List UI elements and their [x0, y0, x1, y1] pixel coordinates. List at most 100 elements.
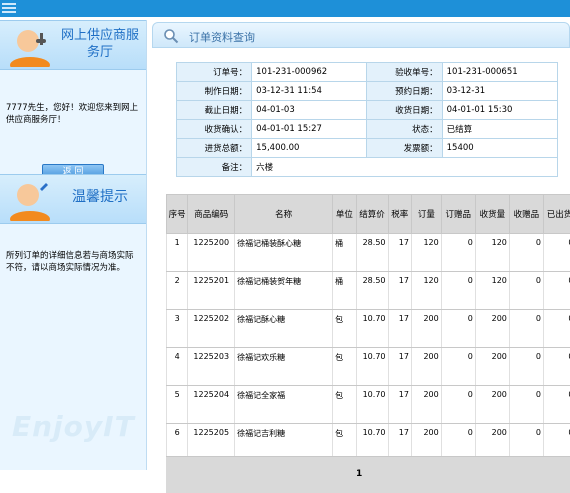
info-label: 进货总额：: [177, 139, 252, 158]
table-cell: 徐福记酥心糖: [235, 310, 333, 348]
column-header: 单位: [333, 195, 356, 234]
table-cell: 徐福记欢乐糖: [235, 348, 333, 386]
table-cell: 10.70: [356, 310, 388, 348]
table-cell: 徐福记桶装贺年糖: [235, 272, 333, 310]
table-cell: 0: [543, 348, 570, 386]
info-value: 101-231-000651: [442, 63, 557, 82]
column-header: 订量: [411, 195, 441, 234]
table-cell: 0: [509, 272, 543, 310]
column-header: 名称: [235, 195, 333, 234]
top-bar: [0, 0, 570, 17]
info-row: 截止日期：04-01-03收货日期：04-01-01 15:30: [177, 101, 558, 120]
order-info-table: 订单号：101-231-000962验收单号：101-231-000651制作日…: [176, 62, 558, 177]
main-content: 订单资料查询 订单号：101-231-000962验收单号：101-231-00…: [152, 22, 570, 470]
table-cell: 0: [441, 310, 475, 348]
info-value: 03-12-31: [442, 82, 557, 101]
info-row: 收货确认：04-01-01 15:27状态：已结算: [177, 120, 558, 139]
info-value: 04-01-01 15:30: [442, 101, 557, 120]
info-label: 收货日期：: [367, 101, 442, 120]
remark-label: 备注：: [177, 158, 252, 177]
table-cell: 0: [543, 386, 570, 424]
items-header-row: 序号商品编码名称单位结算价税率订量订赠品收货量收赠品已出货: [167, 195, 570, 234]
table-row: 31225202徐福记酥心糖包10.7017200020000: [167, 310, 570, 348]
page-number[interactable]: 1: [356, 469, 362, 479]
table-cell: 0: [543, 310, 570, 348]
enjoyit-watermark: EnjoyIT: [12, 410, 135, 443]
table-cell: 120: [475, 234, 509, 272]
table-cell: 17: [388, 272, 411, 310]
tips-header: 温馨提示: [0, 174, 146, 224]
column-header: 结算价: [356, 195, 388, 234]
table-row: 51225204徐福记全家福包10.7017200020000: [167, 386, 570, 424]
table-cell: 0: [441, 272, 475, 310]
info-value: 15400: [442, 139, 557, 158]
tips-title: 温馨提示: [56, 189, 144, 206]
table-cell: 徐福记全家福: [235, 386, 333, 424]
table-cell: 1225200: [188, 234, 235, 272]
table-cell: 徐福记桶装酥心糖: [235, 234, 333, 272]
table-cell: 1225202: [188, 310, 235, 348]
search-icon: [163, 28, 179, 44]
table-cell: 0: [509, 310, 543, 348]
items-table: 序号商品编码名称单位结算价税率订量订赠品收货量收赠品已出货 11225200徐福…: [166, 194, 570, 462]
info-label: 截止日期：: [177, 101, 252, 120]
info-label: 制作日期：: [177, 82, 252, 101]
column-header: 已出货: [543, 195, 570, 234]
table-cell: 17: [388, 348, 411, 386]
table-cell: 1: [167, 234, 188, 272]
column-header: 订赠品: [441, 195, 475, 234]
service-person-icon: [6, 25, 52, 67]
info-value: 101-231-000962: [252, 63, 367, 82]
info-label: 发票额：: [367, 139, 442, 158]
items-table-container: 序号商品编码名称单位结算价税率订量订赠品收货量收赠品已出货 11225200徐福…: [166, 194, 570, 470]
table-cell: 17: [388, 234, 411, 272]
table-cell: 4: [167, 348, 188, 386]
table-cell: 0: [509, 386, 543, 424]
menu-icon[interactable]: [2, 3, 18, 14]
table-cell: 0: [441, 234, 475, 272]
info-label: 状态：: [367, 120, 442, 139]
column-header: 税率: [388, 195, 411, 234]
table-cell: 0: [509, 348, 543, 386]
column-header: 序号: [167, 195, 188, 234]
column-header: 商品编码: [188, 195, 235, 234]
table-cell: 包: [333, 348, 356, 386]
welcome-text: 7777先生，您好！欢迎您来到网上供应商服务厅！: [6, 102, 140, 126]
table-cell: 120: [475, 272, 509, 310]
column-header: 收赠品: [509, 195, 543, 234]
table-cell: 1225203: [188, 348, 235, 386]
info-row: 制作日期：03-12-31 11:54预约日期：03-12-31: [177, 82, 558, 101]
table-cell: 1225204: [188, 386, 235, 424]
table-cell: 200: [475, 348, 509, 386]
table-cell: 0: [543, 234, 570, 272]
table-cell: 200: [411, 310, 441, 348]
table-cell: 200: [411, 348, 441, 386]
table-cell: 120: [411, 272, 441, 310]
table-cell: 2: [167, 272, 188, 310]
table-cell: 17: [388, 386, 411, 424]
info-label: 订单号：: [177, 63, 252, 82]
pagination: 1: [166, 456, 570, 493]
info-row: 订单号：101-231-000962验收单号：101-231-000651: [177, 63, 558, 82]
table-cell: 200: [411, 386, 441, 424]
tips-text: 所列订单的详细信息若与商场实际不符，请以商场实际情况为准。: [6, 250, 138, 274]
info-label: 收货确认：: [177, 120, 252, 139]
table-cell: 5: [167, 386, 188, 424]
table-cell: 1225201: [188, 272, 235, 310]
remark-row: 备注： 六楼: [177, 158, 558, 177]
info-value: 03-12-31 11:54: [252, 82, 367, 101]
table-cell: 包: [333, 386, 356, 424]
table-cell: 28.50: [356, 272, 388, 310]
service-hall-title: 网上供应商服务厅: [56, 27, 144, 61]
remark-value: 六楼: [252, 158, 558, 177]
table-cell: 3: [167, 310, 188, 348]
page-title: 订单资料查询: [189, 29, 255, 45]
info-value: 15,400.00: [252, 139, 367, 158]
table-row: 11225200徐福记桶装酥心糖桶28.5017120012000: [167, 234, 570, 272]
table-cell: 0: [543, 272, 570, 310]
table-cell: 0: [509, 234, 543, 272]
table-row: 41225203徐福记欢乐糖包10.7017200020000: [167, 348, 570, 386]
table-cell: 28.50: [356, 234, 388, 272]
table-cell: 10.70: [356, 386, 388, 424]
table-cell: 包: [333, 310, 356, 348]
